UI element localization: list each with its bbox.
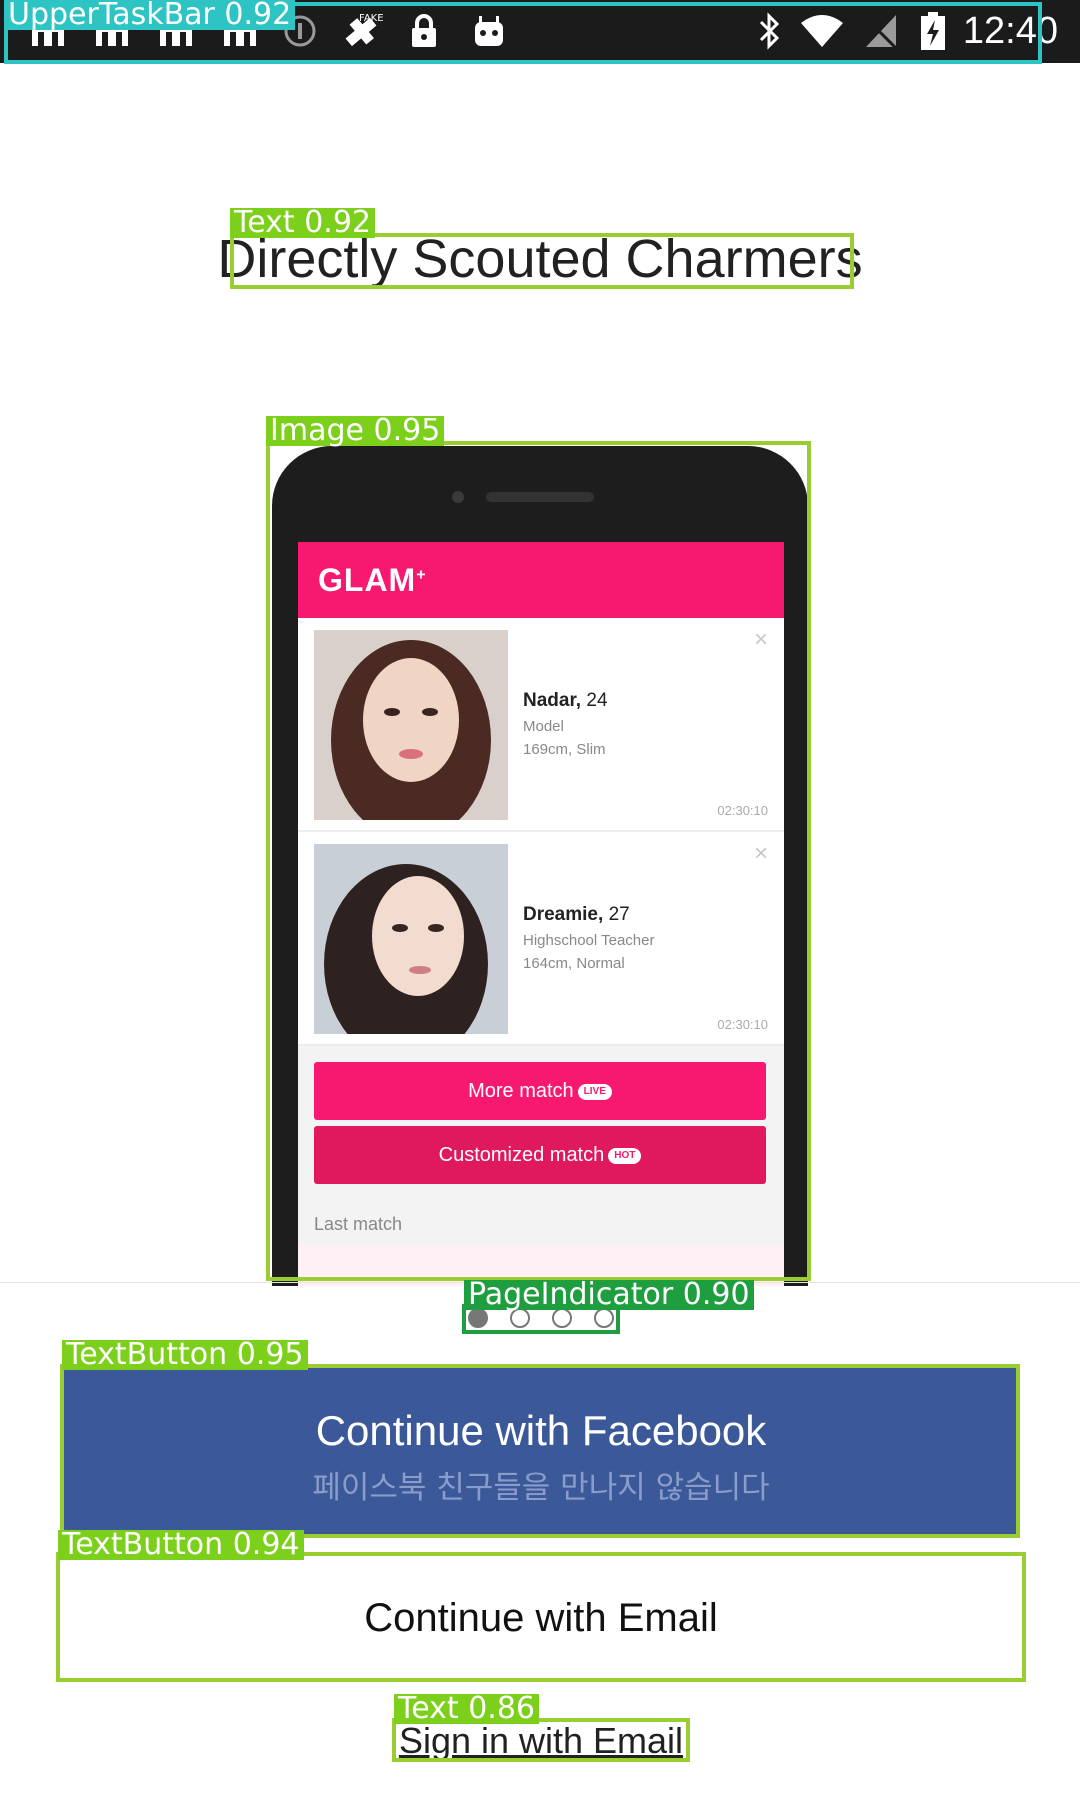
detection-box: [230, 233, 854, 289]
detection-label: PageIndicator 0.90: [464, 1280, 754, 1310]
detection-label: Image 0.95: [266, 416, 445, 446]
detection-box: [56, 1552, 1026, 1682]
detection-label: Text 0.92: [230, 208, 376, 238]
detection-label: TextButton 0.95: [62, 1340, 308, 1370]
detection-box: [60, 1364, 1020, 1538]
detection-label: TextButton 0.94: [58, 1530, 304, 1560]
detection-label: UpperTaskBar 0.92: [4, 0, 296, 30]
detection-box: [266, 441, 811, 1281]
detection-label: Text 0.86: [394, 1694, 540, 1724]
